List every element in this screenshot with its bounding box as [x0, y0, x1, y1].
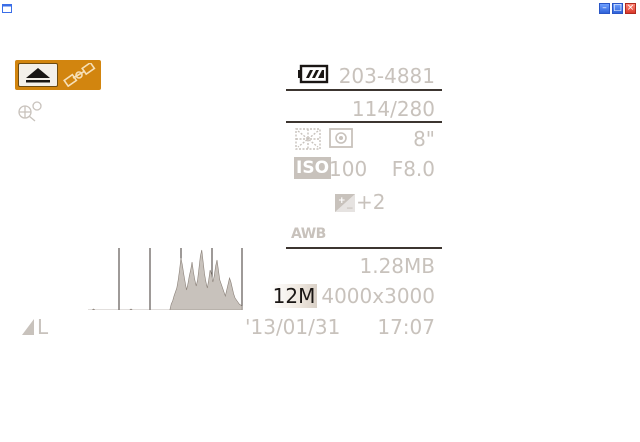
divider-2 [286, 121, 442, 123]
quality-letter: L [37, 315, 49, 339]
focus-area-icon [329, 128, 353, 148]
aperture-value: F8.0 [391, 157, 435, 181]
minimize-icon[interactable]: – [599, 3, 610, 14]
gps-satellite-icon [63, 63, 96, 87]
image-index: 114/280 [351, 97, 435, 121]
resolution: 4000x3000 [321, 284, 435, 308]
divider-1 [286, 89, 442, 91]
battery-icon [298, 64, 329, 84]
divider-3 [286, 247, 442, 249]
capture-time: 17:07 [377, 315, 435, 339]
svg-text:+: + [338, 196, 346, 206]
gps-panel [15, 60, 101, 90]
histogram-icon [88, 248, 243, 310]
white-balance: AWB [291, 226, 326, 242]
maximize-icon[interactable]: □ [612, 3, 623, 14]
close-icon[interactable]: × [625, 3, 636, 14]
eject-icon [26, 68, 50, 83]
eject-button[interactable] [18, 63, 58, 87]
iso-label: ISO [294, 157, 332, 179]
exposure-comp-value: +2 [356, 190, 386, 214]
window-controls: – □ × [599, 3, 636, 14]
window-menu-icon[interactable] [2, 4, 12, 13]
megapixels-badge: 12M [271, 284, 317, 308]
capture-date: '13/01/31 [245, 315, 341, 339]
shutter-speed: 8" [413, 127, 435, 151]
svg-text:−: − [346, 204, 354, 213]
histogram-curve [88, 249, 243, 310]
metering-icon [295, 128, 321, 150]
exposure-comp-icon: + − [335, 194, 355, 213]
file-size: 1.28MB [359, 254, 435, 278]
folder-file-number: 203-4881 [338, 64, 435, 88]
geotag-icon [18, 101, 42, 122]
